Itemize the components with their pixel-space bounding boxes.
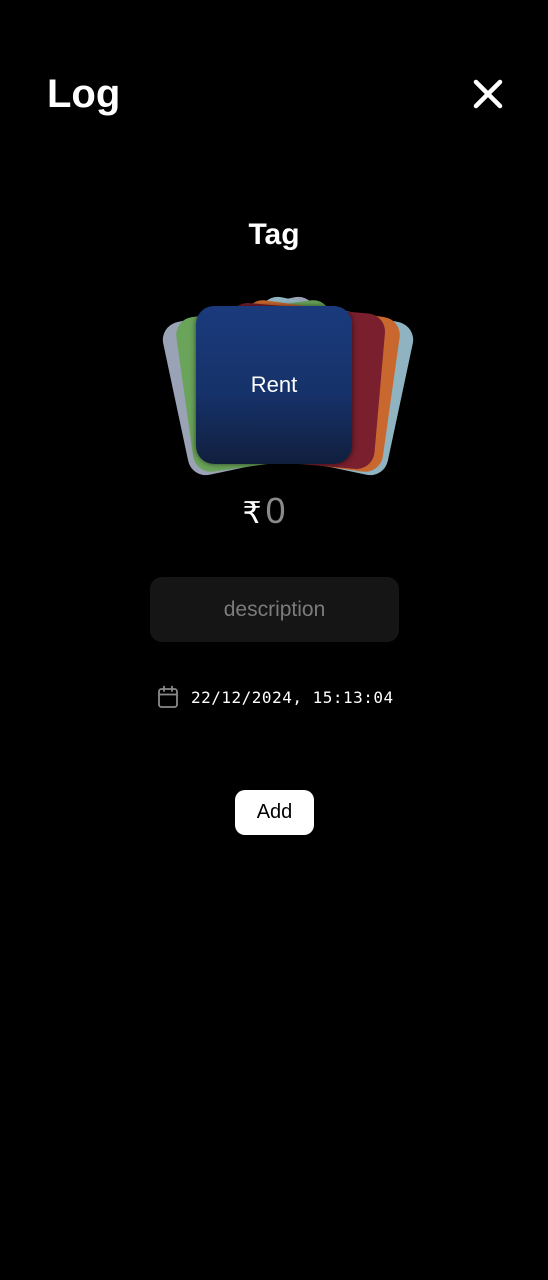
close-button[interactable] xyxy=(466,72,510,116)
selected-tag-label: Rent xyxy=(250,372,298,397)
tag-section-heading: Tag xyxy=(248,218,300,251)
description-input[interactable] xyxy=(150,577,399,642)
amount-row: ₹ xyxy=(0,490,548,532)
tag-carousel[interactable]: Rent xyxy=(159,293,417,479)
add-button[interactable]: Add xyxy=(235,790,314,835)
page-title: Log xyxy=(47,72,121,116)
close-icon xyxy=(473,79,503,109)
datetime-picker[interactable]: 22/12/2024, 15:13:04 xyxy=(157,684,394,710)
amount-input[interactable] xyxy=(265,490,306,532)
currency-symbol: ₹ xyxy=(242,497,262,530)
calendar-icon xyxy=(158,685,178,708)
datetime-value: 22/12/2024, 15:13:04 xyxy=(191,687,394,707)
selected-tag-card[interactable]: Rent xyxy=(196,306,352,464)
